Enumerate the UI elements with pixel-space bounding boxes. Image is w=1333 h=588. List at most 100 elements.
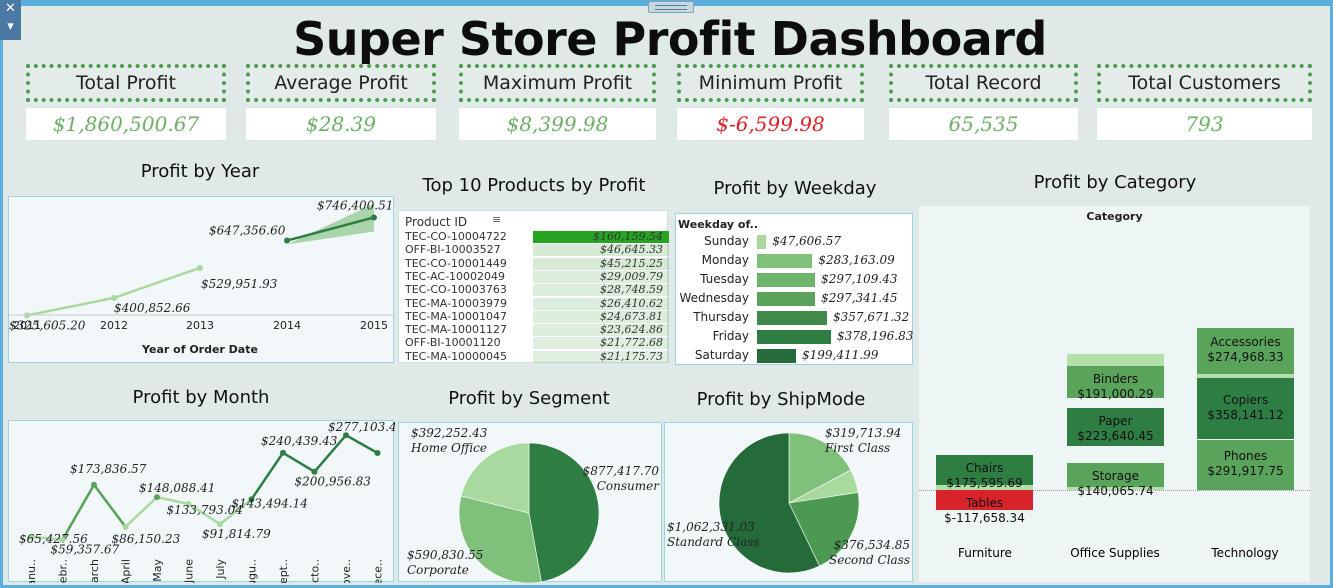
category-segment[interactable]: Copiers $358,141.12 [1197,378,1294,439]
year-chart-panel: $325,605.20 2011 $400,852.66 2012 $529,951.9… [8,196,395,364]
category-segment[interactable]: Paper $223,640.45 [1067,408,1164,447]
weekday-row[interactable]: Tuesday $297,109.43 [677,270,913,289]
x-tick-label: Sept.. [277,559,290,583]
category-segment[interactable]: Storage $140,065.74 [1067,462,1164,498]
data-point [284,237,290,244]
weekday-row[interactable]: Monday $283,163.09 [677,251,913,270]
slice-value-label: $319,713.94 [825,426,901,440]
table-row[interactable]: TEC-MA-10003979 $26,410.62 [401,296,669,310]
x-tick-label: March [88,559,101,583]
sort-icon[interactable]: ≡ [492,213,501,226]
kpi-average-profit: Average Profit $28.39 [246,64,436,140]
segment-name: Binders [1092,371,1139,386]
table-row[interactable]: TEC-MA-10001127 $23,624.86 [401,323,669,337]
segment-name: Storage [1092,468,1139,483]
category-segment[interactable]: Tables $-117,658.34 [936,490,1033,525]
weekday-row[interactable]: Saturday $199,411.99 [677,346,913,365]
table-row[interactable]: TEC-AC-10002049 $29,009.79 [401,270,669,283]
data-point [122,523,129,530]
category-chart-panel: Category Tables $-117,658.34 Chairs $175,59… [919,206,1310,582]
category-segment[interactable]: Phones $291,917.75 [1197,440,1294,490]
month-line-chart[interactable]: $65,427.56$59,357.67$173,836.57$86,150.2… [9,420,405,588]
kpi-value: $1,860,500.67 [26,108,226,140]
category-segment[interactable]: Chairs $175,595.69 [936,455,1033,490]
weekday-row[interactable]: Thursday $357,671.32 [677,308,913,327]
data-label: $143,494.14 [232,496,308,510]
x-axis-title: Year of Order Date [141,343,258,356]
weekday-value: $47,606.57 [772,234,842,248]
section-title-month: Profit by Month [132,387,270,408]
product-id: TEC-MA-10000045 [405,349,508,363]
kpi-maximum-profit: Maximum Profit $8,399.98 [459,64,656,140]
table-row[interactable]: TEC-MA-10001047 $24,673.81 [401,309,669,323]
data-label: $173,836.57 [70,462,147,476]
weekday-label: Sunday [704,234,749,248]
data-label: $86,150.23 [112,532,181,546]
product-profit: $46,645.33 [600,243,663,257]
weekday-bar [757,311,827,325]
weekday-header: Weekday of.. [678,218,759,231]
x-tick-label: June [183,559,196,583]
data-label: $91,814.79 [202,527,271,541]
category-label-furniture: Furniture [958,546,1012,560]
segment-value: $191,000.29 [1077,386,1154,401]
weekday-bar [757,292,816,306]
slice-name-label: Corporate [407,563,469,577]
kpi-label: Total Profit [26,64,226,102]
weekday-row[interactable]: Friday $378,196.83 [677,327,913,346]
x-tick-label: 2014 [273,319,301,332]
x-tick-label: Nove.. [340,559,353,583]
table-row[interactable]: OFF-BI-10001120 $21,772.68 [401,336,669,350]
weekday-label: Friday [712,329,749,343]
data-label: $400,852.66 [114,301,191,315]
x-tick-label: July [214,559,227,580]
x-tick-label: 2012 [100,319,128,332]
page-title: Super Store Profit Dashboard [293,12,1047,66]
weekday-row[interactable]: Sunday $47,606.57 [677,232,913,251]
kpi-label: Average Profit [246,64,436,102]
weekday-row[interactable]: Wednesday $297,341.45 [677,289,913,308]
segment-value: $-117,658.34 [944,511,1025,525]
data-label: $240,439.43 [261,434,338,448]
shipmode-pie-chart[interactable]: $319,713.94First Class $376,534.85Second … [665,423,914,583]
kpi-total-record: Total Record 65,535 [889,64,1078,140]
product-profit: $21,175.73 [600,349,663,363]
x-tick-label: 2011 [13,319,41,332]
segment-name: Paper [1098,414,1133,429]
weekday-value: $297,109.43 [821,272,898,286]
kpi-value: 65,535 [889,108,1078,140]
weekday-value: $297,341.45 [821,291,898,305]
segment-name: Copiers [1222,392,1269,407]
x-tick-label: 2013 [186,319,214,332]
product-profit: $23,624.86 [600,323,663,337]
table-row[interactable]: TEC-CO-10003763 $28,748.59 [401,283,669,297]
kpi-label: Maximum Profit [459,64,656,102]
table-header-product-id: Product ID [405,215,468,229]
year-line-chart[interactable]: $325,605.202011$400,852.662012$529,951.9… [9,197,395,364]
close-menu-icon[interactable]: ✕ ▾ [0,0,21,40]
weekday-label: Thursday [693,310,749,324]
table-row[interactable]: TEC-CO-10004722 $160,159.54 [401,230,669,243]
x-tick-label: Octo.. [309,559,322,583]
table-row[interactable]: TEC-MA-10000045 $21,175.73 [401,349,669,363]
data-point [197,264,203,271]
product-id: TEC-MA-10001047 [405,309,508,323]
kpi-label: Total Record [889,64,1078,102]
segment-pie-chart[interactable]: $877,417.70Consumer $590,830.55Corporate $… [399,423,663,584]
product-id: TEC-MA-10003979 [405,296,508,310]
category-segment[interactable]: Binders $191,000.29 [1067,365,1164,401]
slice-name-label: Second Class [829,553,910,567]
weekday-label: Wednesday [679,291,749,305]
weekday-bar [757,254,813,268]
data-label: $200,956.83 [295,475,372,489]
slice-name-label: Standard Class [667,535,759,549]
product-id: TEC-CO-10001449 [405,256,507,270]
category-segment[interactable]: Accessories $274,968.33 [1197,327,1294,375]
table-row[interactable]: TEC-CO-10001449 $45,215.25 [401,256,669,270]
section-title-category: Profit by Category [1033,172,1197,193]
table-row[interactable]: OFF-BI-10003527 $46,645.33 [401,243,669,257]
category-label-office-supplies: Office Supplies [1070,546,1160,560]
product-id: TEC-CO-10004722 [405,230,507,243]
segment-chart-panel: $877,417.70 Consumer $590,830.55 Corporate $… [398,422,663,584]
weekday-label: Monday [701,253,749,267]
